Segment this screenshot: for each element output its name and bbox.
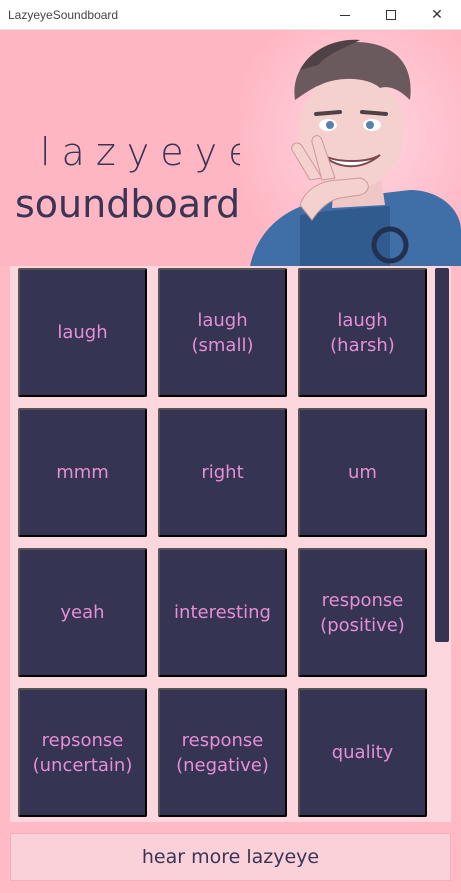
window-titlebar: LazyeyeSoundboard ✕ [0, 0, 461, 30]
sound-button-mmm[interactable]: mmm [18, 408, 147, 537]
logo-line-2: soundboard [15, 182, 241, 226]
maximize-icon [386, 10, 396, 20]
sound-button-yeah[interactable]: yeah [18, 548, 147, 677]
sound-button-laugh-harsh[interactable]: laugh (harsh) [298, 268, 427, 397]
maximize-button[interactable] [368, 0, 414, 30]
close-button[interactable]: ✕ [414, 0, 460, 30]
hear-more-button[interactable]: hear more lazyeye [10, 833, 451, 881]
avatar-illustration [240, 30, 461, 266]
logo-line-1: lazyeye [40, 130, 263, 174]
sound-button-um[interactable]: um [298, 408, 427, 537]
sound-grid: laugh laugh (small) laugh (harsh) mmm ri… [10, 266, 451, 822]
minimize-button[interactable] [322, 0, 368, 30]
close-icon: ✕ [431, 7, 443, 23]
minimize-icon [340, 14, 350, 16]
sound-button-response-uncertain[interactable]: repsonse (uncertain) [18, 688, 147, 817]
sound-button-laugh[interactable]: laugh [18, 268, 147, 397]
sound-button-interesting[interactable]: interesting [158, 548, 287, 677]
sound-button-laugh-small[interactable]: laugh (small) [158, 268, 287, 397]
sound-button-response-positive[interactable]: response (positive) [298, 548, 427, 677]
sound-button-quality[interactable]: quality [298, 688, 427, 817]
window-title: LazyeyeSoundboard [8, 8, 119, 22]
scrollbar-thumb[interactable] [435, 268, 449, 642]
sound-button-right[interactable]: right [158, 408, 287, 537]
sound-button-response-negative[interactable]: response (negative) [158, 688, 287, 817]
